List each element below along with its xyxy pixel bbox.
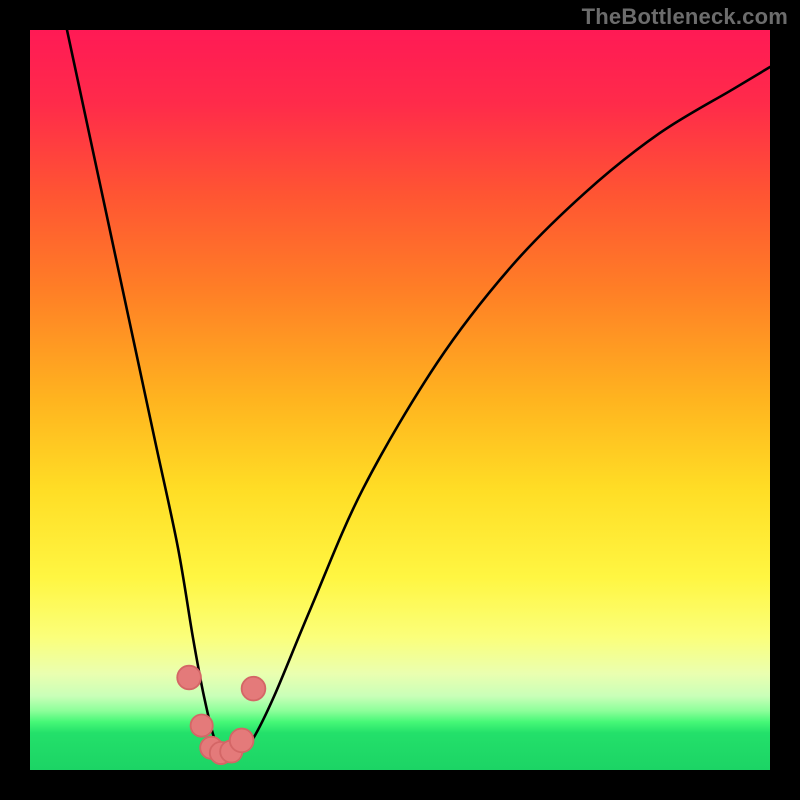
highlight-point bbox=[230, 729, 254, 753]
plot-area bbox=[30, 30, 770, 770]
curve-layer bbox=[30, 30, 770, 770]
highlight-point bbox=[177, 666, 201, 690]
bottleneck-curve bbox=[67, 30, 770, 757]
highlight-point bbox=[191, 715, 213, 737]
highlight-markers bbox=[177, 666, 265, 764]
watermark-text: TheBottleneck.com bbox=[582, 4, 788, 30]
chart-stage: TheBottleneck.com bbox=[0, 0, 800, 800]
highlight-point bbox=[242, 677, 266, 701]
